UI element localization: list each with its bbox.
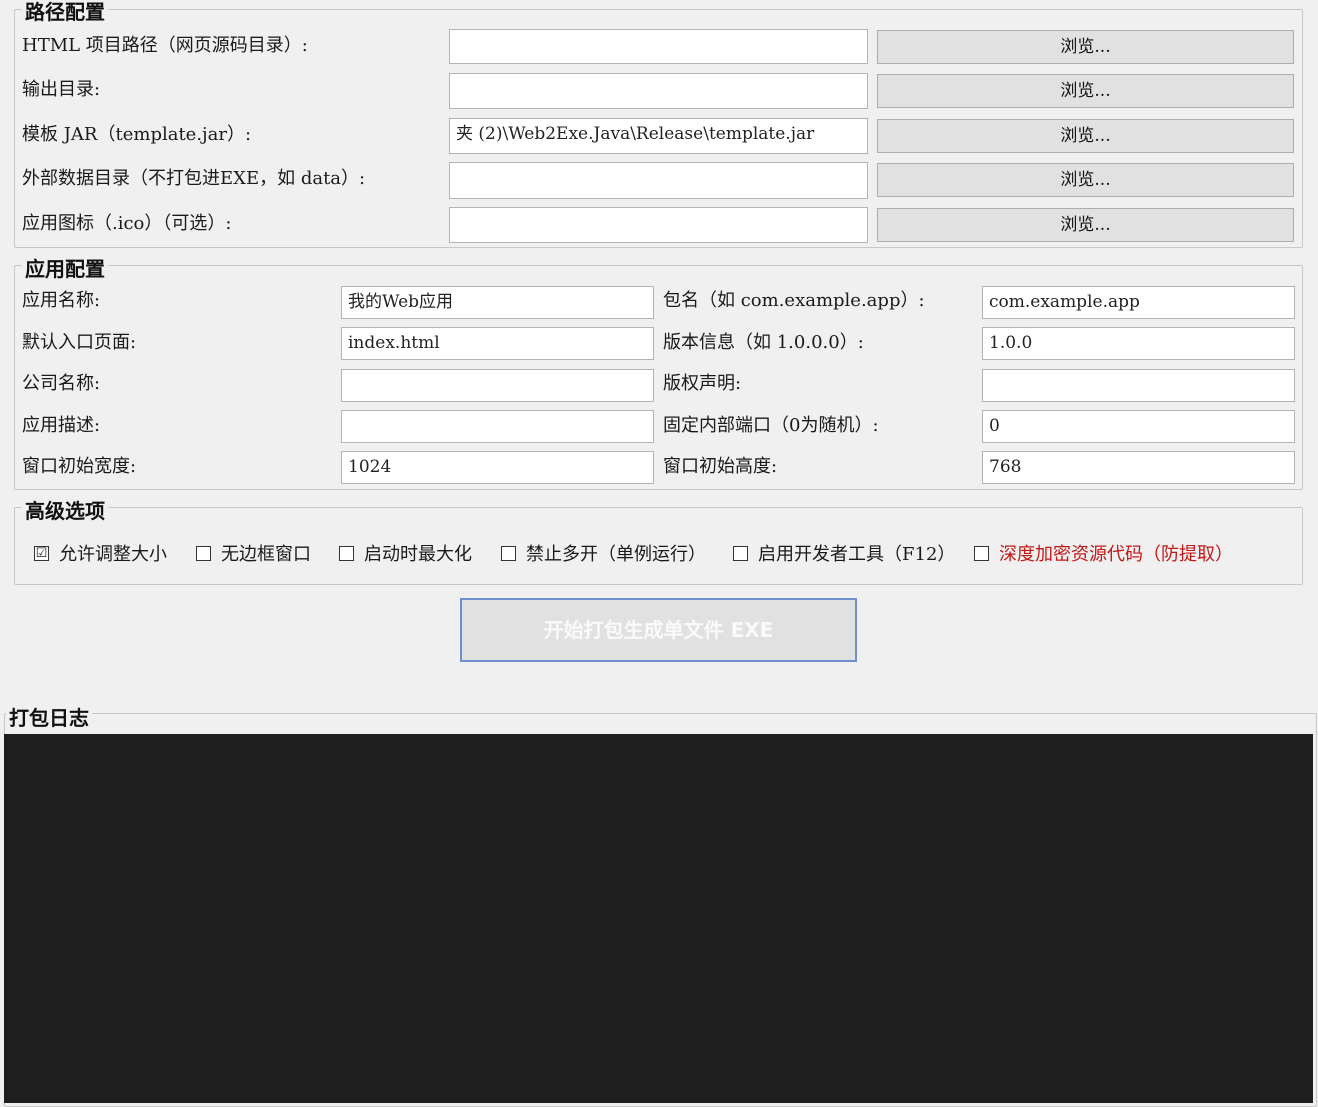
template-jar-label: 模板 JAR（template.jar）:: [22, 124, 252, 145]
option-resizable-label: 允许调整大小: [59, 544, 167, 565]
checkbox-icon[interactable]: [733, 545, 748, 561]
external-data-browse-button[interactable]: 浏览...: [877, 163, 1294, 197]
advanced-group-title: 高级选项: [22, 499, 108, 523]
window-width-input[interactable]: 1024: [341, 451, 654, 484]
company-input[interactable]: [341, 369, 654, 402]
option-devtools[interactable]: 启用开发者工具（F12）: [733, 542, 956, 565]
copyright-input[interactable]: [982, 369, 1295, 402]
html-path-browse-button[interactable]: 浏览...: [877, 30, 1294, 64]
version-input[interactable]: 1.0.0: [982, 327, 1295, 360]
app-name-label: 应用名称:: [22, 290, 101, 311]
option-single-instance-label: 禁止多开（单例运行）: [526, 544, 706, 565]
build-log-output[interactable]: [4, 734, 1313, 1103]
copyright-label: 版权声明:: [663, 373, 742, 394]
option-frameless[interactable]: 无边框窗口: [196, 542, 311, 565]
package-name-label: 包名（如 com.example.app）:: [663, 290, 925, 311]
external-data-input[interactable]: [449, 162, 868, 199]
checkbox-icon[interactable]: [339, 545, 354, 561]
window-height-input[interactable]: 768: [982, 451, 1295, 484]
checkbox-icon[interactable]: [196, 545, 211, 561]
entry-page-label: 默认入口页面:: [22, 332, 137, 353]
company-label: 公司名称:: [22, 373, 101, 394]
app-group-title: 应用配置: [22, 257, 108, 281]
template-jar-input[interactable]: 夹 (2)\Web2Exe.Java\Release\template.jar: [449, 118, 868, 154]
html-path-input[interactable]: [449, 29, 868, 64]
output-dir-input[interactable]: [449, 73, 868, 109]
description-input[interactable]: [341, 410, 654, 443]
app-name-input[interactable]: 我的Web应用: [341, 286, 654, 319]
checkbox-icon[interactable]: [501, 545, 516, 561]
output-dir-browse-button[interactable]: 浏览...: [877, 74, 1294, 108]
app-icon-input[interactable]: [449, 207, 868, 243]
external-data-label: 外部数据目录（不打包进EXE，如 data）:: [22, 168, 366, 189]
paths-group-title: 路径配置: [22, 0, 108, 24]
port-label: 固定内部端口（0为随机）:: [663, 415, 879, 436]
version-label: 版本信息（如 1.0.0.0）:: [663, 332, 864, 353]
template-jar-browse-button[interactable]: 浏览...: [877, 119, 1294, 153]
html-path-label: HTML 项目路径（网页源码目录）:: [22, 35, 308, 56]
build-exe-button[interactable]: 开始打包生成单文件 EXE: [460, 598, 857, 662]
port-input[interactable]: 0: [982, 410, 1295, 443]
window-height-label: 窗口初始高度:: [663, 456, 778, 477]
log-group-title: 打包日志: [6, 706, 92, 730]
checkbox-icon[interactable]: [974, 545, 989, 561]
package-name-input[interactable]: com.example.app: [982, 286, 1295, 319]
option-maximized[interactable]: 启动时最大化: [339, 542, 472, 565]
option-single-instance[interactable]: 禁止多开（单例运行）: [501, 542, 706, 565]
option-maximized-label: 启动时最大化: [364, 544, 472, 565]
option-frameless-label: 无边框窗口: [221, 544, 311, 565]
output-dir-label: 输出目录:: [22, 79, 101, 100]
entry-page-input[interactable]: index.html: [341, 327, 654, 360]
option-devtools-label: 启用开发者工具（F12）: [758, 544, 956, 565]
app-icon-label: 应用图标（.ico）（可选）:: [22, 213, 232, 234]
window-width-label: 窗口初始宽度:: [22, 456, 137, 477]
description-label: 应用描述:: [22, 415, 101, 436]
option-encrypt[interactable]: 深度加密资源代码（防提取）: [974, 542, 1233, 565]
option-encrypt-label: 深度加密资源代码（防提取）: [999, 544, 1233, 565]
option-resizable[interactable]: ☑ 允许调整大小: [34, 542, 167, 565]
checkbox-checked-icon[interactable]: ☑: [34, 545, 49, 561]
app-icon-browse-button[interactable]: 浏览...: [877, 208, 1294, 242]
